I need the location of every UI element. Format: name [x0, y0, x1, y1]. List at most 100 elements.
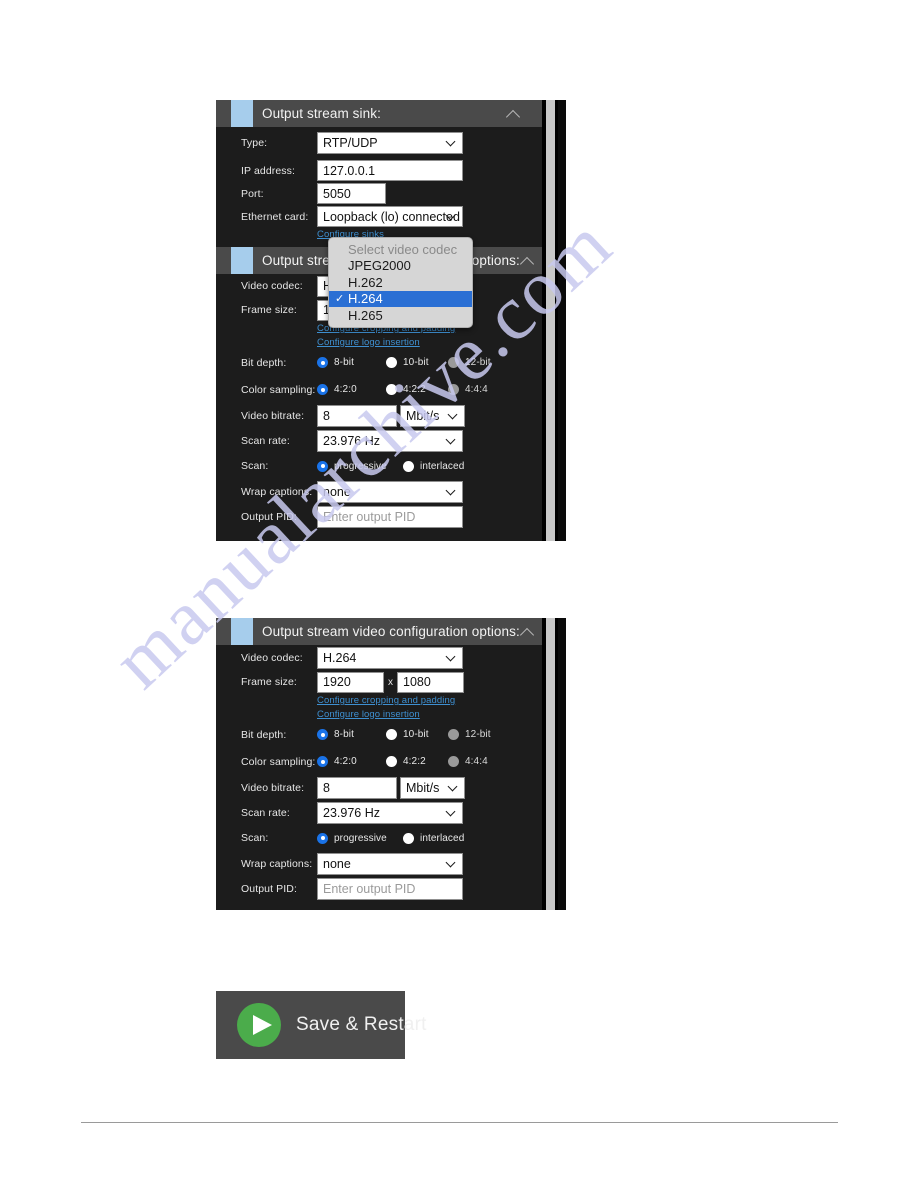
radio-option-8-bit[interactable]: 8-bit [317, 729, 386, 740]
radio-icon-8-bit [317, 357, 328, 368]
radio-icon-444 [448, 756, 459, 767]
radio-label-8-bit: 8-bit [334, 357, 354, 368]
ethernet-card-select[interactable]: Loopback (lo) connected [317, 206, 463, 227]
row-type: Type: RTP/UDP [216, 127, 542, 159]
radio-option-8-bit[interactable]: 8-bit [317, 357, 386, 368]
save-and-restart-button[interactable]: Save & Restart [216, 991, 426, 1059]
chevron-down-icon [447, 138, 455, 146]
scan-rate-value: 23.976 Hz [323, 434, 380, 448]
video-codec-dropdown[interactable]: Select video codec JPEG2000 H.262 ✓ H.26… [328, 237, 473, 328]
label-scan-rate: Scan rate: [241, 807, 290, 819]
chevron-up-icon[interactable] [520, 253, 536, 269]
row-video-codec: Video codec: H.264 [216, 645, 542, 670]
row-output-pid: Output PID: Enter output PID [216, 505, 542, 529]
panel-output-stream-video-2: Output stream video configuration option… [216, 618, 542, 901]
radio-label-progressive: progressive [334, 460, 387, 472]
row-scan: Scan: progressive interlaced [216, 825, 542, 851]
configure-cropping-and-padding-link[interactable]: Configure cropping and padding [317, 695, 542, 706]
chevron-up-icon[interactable] [520, 624, 536, 640]
radio-icon-420 [317, 756, 328, 767]
dropdown-item-h264[interactable]: ✓ H.264 [329, 290, 472, 307]
output-pid-input[interactable]: Enter output PID [317, 878, 463, 900]
dropdown-item-label: H.265 [348, 307, 383, 323]
chevron-up-icon[interactable] [506, 106, 522, 122]
radio-icon-420 [317, 384, 328, 395]
radio-option-444: 4:4:4 [448, 384, 488, 395]
dropdown-item-label: H.264 [348, 291, 383, 307]
label-output-pid: Output PID: [241, 511, 297, 523]
configure-logo-insertion-link[interactable]: Configure logo insertion [317, 337, 542, 348]
ip-address-input[interactable]: 127.0.0.1 [317, 160, 463, 181]
output-pid-input[interactable]: Enter output PID [317, 506, 463, 528]
frame-width-input[interactable]: 1920 [317, 671, 384, 693]
dropdown-item-jpeg2000[interactable]: JPEG2000 [329, 258, 472, 275]
dropdown-item-h262[interactable]: H.262 [329, 274, 472, 291]
row-bit-depth: Bit depth: 8-bit 10-bit 12-bit [216, 721, 542, 748]
video-bitrate-unit-select[interactable]: Mbit/s [400, 777, 465, 799]
play-icon [237, 1003, 281, 1047]
panel-marker [231, 247, 253, 274]
wrap-captions-value: none [323, 857, 351, 871]
label-scan: Scan: [241, 832, 269, 844]
row-scan-rate: Scan rate: 23.976 Hz [216, 801, 542, 825]
configure-logo-insertion-link[interactable]: Configure logo insertion [317, 709, 542, 720]
label-color-sampling: Color sampling: [241, 383, 316, 396]
label-wrap-captions: Wrap captions: [241, 486, 313, 498]
radio-option-420[interactable]: 4:2:0 [317, 756, 386, 767]
video-bitrate-input[interactable]: 8 [317, 777, 397, 799]
scan-rate-select[interactable]: 23.976 Hz [317, 802, 463, 824]
ethernet-card-value: Loopback (lo) connected [323, 209, 460, 224]
top-panel-group: Output stream sink: Type: RTP/UDP IP add… [216, 100, 566, 541]
radio-option-interlaced[interactable]: interlaced [403, 460, 464, 472]
label-type: Type: [241, 137, 268, 149]
bottom-panel-group: Output stream video configuration option… [216, 618, 566, 910]
radio-option-420[interactable]: 4:2:0 [317, 384, 386, 395]
radio-option-444: 4:4:4 [448, 756, 488, 767]
panel-marker [231, 618, 253, 645]
radio-label-420: 4:2:0 [334, 756, 357, 767]
video-bitrate-input[interactable]: 8 [317, 405, 397, 427]
video-bitrate-unit-select[interactable]: Mbit/s [400, 405, 465, 427]
chevron-down-icon [449, 783, 457, 791]
radio-icon-interlaced [403, 832, 414, 844]
radio-option-10-bit[interactable]: 10-bit [386, 729, 448, 740]
scan-rate-select[interactable]: 23.976 Hz [317, 430, 463, 452]
radio-option-422[interactable]: 4:2:2 [386, 756, 448, 767]
video-codec-select[interactable]: H.264 [317, 646, 463, 669]
radio-option-progressive[interactable]: progressive [317, 460, 403, 472]
radio-option-progressive[interactable]: progressive [317, 832, 403, 844]
dropdown-item-select-video-codec: Select video codec [329, 241, 472, 258]
port-input[interactable]: 5050 [317, 183, 386, 204]
wrap-captions-select[interactable]: none [317, 853, 463, 875]
radio-option-422[interactable]: 4:2:2 [386, 384, 448, 395]
radio-icon-progressive [317, 460, 328, 472]
radio-icon-10-bit [386, 357, 397, 368]
panel-header-output-stream-sink[interactable]: Output stream sink: [216, 100, 542, 127]
panel-header-output-stream-video-2[interactable]: Output stream video configuration option… [216, 618, 542, 645]
label-color-sampling: Color sampling: [241, 755, 316, 768]
dropdown-check-icon: ✓ [335, 293, 345, 306]
dropdown-item-h265[interactable]: H.265 [329, 307, 472, 324]
frame-height-input[interactable]: 1080 [397, 671, 464, 693]
label-wrap-captions: Wrap captions: [241, 858, 313, 870]
panel-scrollbar[interactable] [546, 100, 555, 541]
panel-scrollbar[interactable] [546, 618, 555, 910]
radio-label-12-bit: 12-bit [465, 357, 491, 368]
row-link-logo: Configure logo insertion [216, 335, 542, 349]
row-output-pid: Output PID: Enter output PID [216, 877, 542, 901]
wrap-captions-select[interactable]: none [317, 481, 463, 503]
dropdown-item-label: H.262 [348, 274, 383, 290]
radio-label-progressive: progressive [334, 832, 387, 844]
label-output-pid: Output PID: [241, 883, 297, 895]
row-frame-size: Frame size: 1920 x 1080 [216, 670, 542, 694]
chevron-down-icon [447, 436, 455, 444]
label-video-codec: Video codec: [241, 651, 303, 664]
label-scan-rate: Scan rate: [241, 435, 290, 447]
panel-marker [231, 100, 253, 127]
type-select[interactable]: RTP/UDP [317, 132, 463, 154]
row-color-sampling: Color sampling: 4:2:0 4:2:2 4:4:4 [216, 376, 542, 403]
radio-option-interlaced[interactable]: interlaced [403, 832, 464, 844]
radio-option-10-bit[interactable]: 10-bit [386, 357, 448, 368]
scan-rate-value: 23.976 Hz [323, 806, 380, 820]
label-video-bitrate: Video bitrate: [241, 782, 305, 794]
